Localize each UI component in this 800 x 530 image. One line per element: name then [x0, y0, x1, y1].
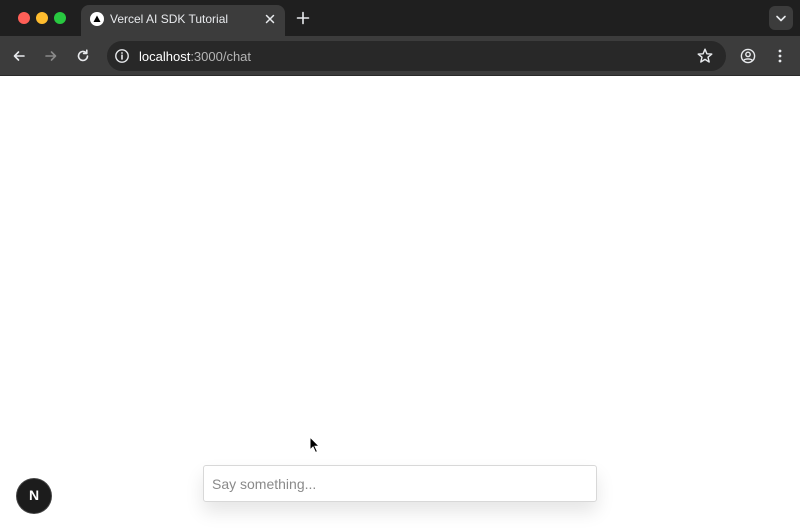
back-arrow-icon[interactable] — [11, 48, 27, 64]
chevron-down-icon — [776, 15, 786, 22]
site-info-icon[interactable] — [114, 48, 130, 64]
dev-badge-label: N — [28, 487, 40, 503]
new-tab-icon[interactable] — [295, 10, 311, 26]
address-bar[interactable]: localhost:3000/chat — [107, 41, 726, 71]
tab-search-button[interactable] — [769, 6, 793, 30]
url-host: localhost — [139, 49, 191, 64]
maximize-window-button[interactable] — [54, 12, 66, 24]
browser-tab[interactable]: Vercel AI SDK Tutorial — [81, 5, 285, 36]
browser-window: Vercel AI SDK Tutorial localhost:3000/ch… — [0, 0, 800, 530]
reload-icon[interactable] — [75, 48, 91, 64]
profile-icon[interactable] — [740, 48, 756, 64]
nextjs-logo-icon[interactable]: N — [17, 479, 51, 513]
more-menu-icon[interactable] — [772, 48, 788, 64]
close-tab-icon[interactable] — [263, 12, 277, 26]
chat-input[interactable] — [203, 465, 597, 502]
tab-title: Vercel AI SDK Tutorial — [110, 12, 229, 26]
browser-toolbar: localhost:3000/chat — [0, 36, 800, 76]
page-content: N — [0, 77, 800, 530]
url-path: :3000/chat — [190, 49, 252, 64]
mouse-cursor-icon — [309, 435, 321, 454]
minimize-window-button[interactable] — [36, 12, 48, 24]
url-text: localhost:3000/chat — [139, 49, 251, 64]
vercel-triangle-icon — [90, 12, 104, 26]
close-window-button[interactable] — [18, 12, 30, 24]
tab-strip: Vercel AI SDK Tutorial — [0, 0, 800, 36]
forward-arrow-icon[interactable] — [43, 48, 59, 64]
bookmark-star-icon[interactable] — [696, 47, 714, 65]
